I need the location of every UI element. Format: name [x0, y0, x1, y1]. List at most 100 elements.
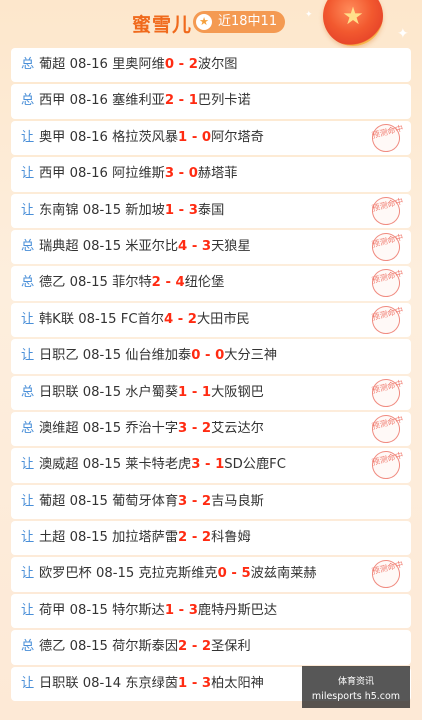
sparkle-icon: ✦ — [305, 10, 313, 20]
home-score: 3 — [164, 166, 175, 182]
league-name: 日职联 — [39, 675, 79, 691]
prediction-hit-stamp: 预测命中 — [369, 411, 404, 446]
away-team: 大田市民 — [196, 311, 250, 327]
away-score: 1 — [201, 384, 212, 400]
away-score: 0 — [215, 348, 225, 364]
away-team: 艾云达尔 — [211, 420, 264, 436]
match-list: 总葡超 08-16 里奥阿维0 - 2波尔图总西甲 08-16 塞维利亚2 - … — [11, 48, 411, 703]
league-name: 澳维超 — [39, 420, 79, 436]
match-row[interactable]: 让土超 08-15 加拉塔萨雷2 - 2科鲁姆 — [11, 521, 411, 556]
league-name: 奥甲 — [39, 129, 66, 145]
prediction-hit-stamp: 预测命中 — [369, 302, 404, 337]
bet-type-tag: 总 — [21, 93, 35, 109]
bet-type-tag: 让 — [21, 566, 35, 582]
home-score: 1 — [178, 129, 188, 145]
match-row[interactable]: 总日职联 08-15 水户蜀葵1 - 1大阪钢巴 预测命中 — [11, 375, 411, 410]
match-row[interactable]: 让葡超 08-15 葡萄牙体育3 - 2吉马良斯 — [11, 484, 411, 520]
bet-type-tag: 让 — [21, 457, 35, 473]
bet-type-tag: 总 — [21, 420, 35, 436]
match-row[interactable]: 总德乙 08-15 菲尔特2 - 4纽伦堡 预测命中 — [11, 266, 411, 301]
medal-star-icon: ★ — [323, 0, 383, 46]
match-info: 日职乙 08-15 仙台维加泰0 - 0大分三神 — [39, 348, 278, 364]
match-info: 西甲 08-16 塞维利亚2 - 1巴列卡诺 — [39, 93, 251, 109]
away-team: 大分三神 — [224, 348, 278, 364]
match-info: 澳维超 08-15 乔治十字3 - 2艾云达尔 — [39, 420, 264, 436]
away-team: SD公鹿FC — [224, 457, 286, 473]
home-score: 1 — [178, 675, 188, 691]
match-date: 08-15 — [69, 639, 108, 655]
away-score: 2 — [201, 493, 212, 509]
match-row[interactable]: 让荷甲 08-15 特尔斯达1 - 3鹿特丹斯巴达 — [11, 593, 411, 629]
league-name: 德乙 — [39, 639, 66, 655]
match-info: 德乙 08-15 菲尔特2 - 4纽伦堡 — [39, 275, 225, 291]
home-team: 特尔斯达 — [112, 602, 165, 618]
match-info: 西甲 08-16 阿拉维斯3 - 0赫塔菲 — [39, 166, 238, 182]
record-badge: ★ 近18中11 — [193, 11, 285, 33]
home-team: 仙台维加泰 — [125, 348, 192, 364]
record-badge-text: 近18中11 — [218, 14, 278, 29]
home-score: 2 — [151, 275, 161, 291]
match-row[interactable]: 让西甲 08-16 阿拉维斯3 - 0赫塔菲 — [11, 157, 411, 192]
match-row[interactable]: 让日职乙 08-15 仙台维加泰0 - 0大分三神 — [11, 339, 411, 374]
match-date: 08-16 — [69, 129, 108, 145]
league-name: 欧罗巴杯 — [39, 566, 92, 582]
away-team: 波尔图 — [197, 57, 238, 72]
match-row[interactable]: 总西甲 08-16 塞维利亚2 - 1巴列卡诺 — [11, 84, 411, 119]
home-team: 水户蜀葵 — [125, 384, 179, 400]
prediction-hit-stamp: 预测命中 — [369, 375, 404, 410]
match-date: 08-15 — [82, 457, 122, 473]
match-info: 欧罗巴杯 08-15 克拉克斯维克0 - 5波兹南莱赫 — [39, 566, 317, 582]
away-team: 赫塔菲 — [197, 166, 238, 182]
home-score: 2 — [178, 530, 188, 546]
bet-type-tag: 让 — [21, 493, 35, 509]
home-score: 1 — [164, 602, 175, 618]
bet-type-tag: 总 — [21, 275, 35, 291]
match-date: 08-15 — [82, 384, 122, 400]
away-score: 3 — [188, 202, 198, 218]
prediction-hit-stamp: 预测命中 — [369, 193, 404, 228]
league-name: 日职联 — [39, 384, 79, 400]
bet-type-tag: 总 — [21, 238, 35, 254]
match-row[interactable]: 总德乙 08-15 荷尔斯泰因2 - 2圣保利 — [11, 630, 411, 665]
match-date: 08-15 — [69, 275, 108, 291]
away-team: 大阪钢巴 — [211, 384, 264, 400]
match-row[interactable]: 总澳维超 08-15 乔治十字3 - 2艾云达尔 预测命中 — [11, 411, 411, 447]
away-score: 1 — [215, 457, 225, 473]
away-score: 2 — [201, 639, 212, 655]
expert-name: 蜜雪儿 — [132, 14, 193, 36]
home-team: 格拉茨风暴 — [112, 129, 179, 145]
away-team: 波兹南莱赫 — [250, 566, 317, 582]
match-row[interactable]: 让韩K联 08-15 FC首尔4 - 2大田市民 预测命中 — [11, 302, 411, 338]
match-date: 08-15 — [69, 530, 108, 546]
match-row[interactable]: 让澳威超 08-15 莱卡特老虎3 - 1SD公鹿FC 预测命中 — [11, 448, 411, 483]
match-row[interactable]: 总瑞典超 08-15 米亚尔比4 - 3天狼星 预测命中 — [11, 229, 411, 265]
match-info: 日职联 08-14 东京绿茵1 - 3柏太阳神 — [39, 675, 264, 691]
match-date: 08-15 — [82, 202, 122, 218]
away-score: 2 — [187, 311, 197, 327]
home-score: 2 — [178, 639, 188, 655]
home-team: 阿拉维斯 — [112, 166, 165, 182]
match-row[interactable]: 让奥甲 08-16 格拉茨风暴1 - 0阿尔塔奇 预测命中 — [11, 120, 411, 156]
league-name: 德乙 — [39, 275, 66, 291]
match-info: 德乙 08-15 荷尔斯泰因2 - 2圣保利 — [39, 639, 251, 655]
watermark: 体育资讯 milesports h5.com — [302, 666, 410, 708]
match-row[interactable]: 总葡超 08-16 里奥阿维0 - 2波尔图 — [11, 48, 411, 83]
home-team: 新加坡 — [125, 202, 165, 218]
watermark-url: milesports h5.com — [311, 691, 401, 702]
prediction-hit-stamp: 预测命中 — [369, 120, 404, 155]
home-score: 3 — [178, 493, 188, 509]
home-team: 米亚尔比 — [125, 238, 179, 254]
match-row[interactable]: 让东南锦 08-15 新加坡1 - 3泰国 预测命中 — [11, 193, 411, 228]
match-info: 韩K联 08-15 FC首尔4 - 2大田市民 — [39, 311, 250, 327]
league-name: 葡超 — [39, 493, 66, 509]
match-info: 澳威超 08-15 莱卡特老虎3 - 1SD公鹿FC — [39, 457, 286, 473]
match-info: 日职联 08-15 水户蜀葵1 - 1大阪钢巴 — [39, 384, 264, 400]
match-date: 08-14 — [82, 675, 122, 691]
away-team: 鹿特丹斯巴达 — [197, 602, 278, 618]
match-info: 瑞典超 08-15 米亚尔比4 - 3天狼星 — [39, 238, 251, 254]
match-row[interactable]: 让欧罗巴杯 08-15 克拉克斯维克0 - 5波兹南莱赫 预测命中 — [11, 557, 411, 592]
bet-type-tag: 让 — [21, 202, 35, 218]
bet-type-tag: 让 — [21, 348, 35, 364]
star-icon: ★ — [196, 14, 212, 30]
home-team: 东京绿茵 — [125, 675, 179, 691]
